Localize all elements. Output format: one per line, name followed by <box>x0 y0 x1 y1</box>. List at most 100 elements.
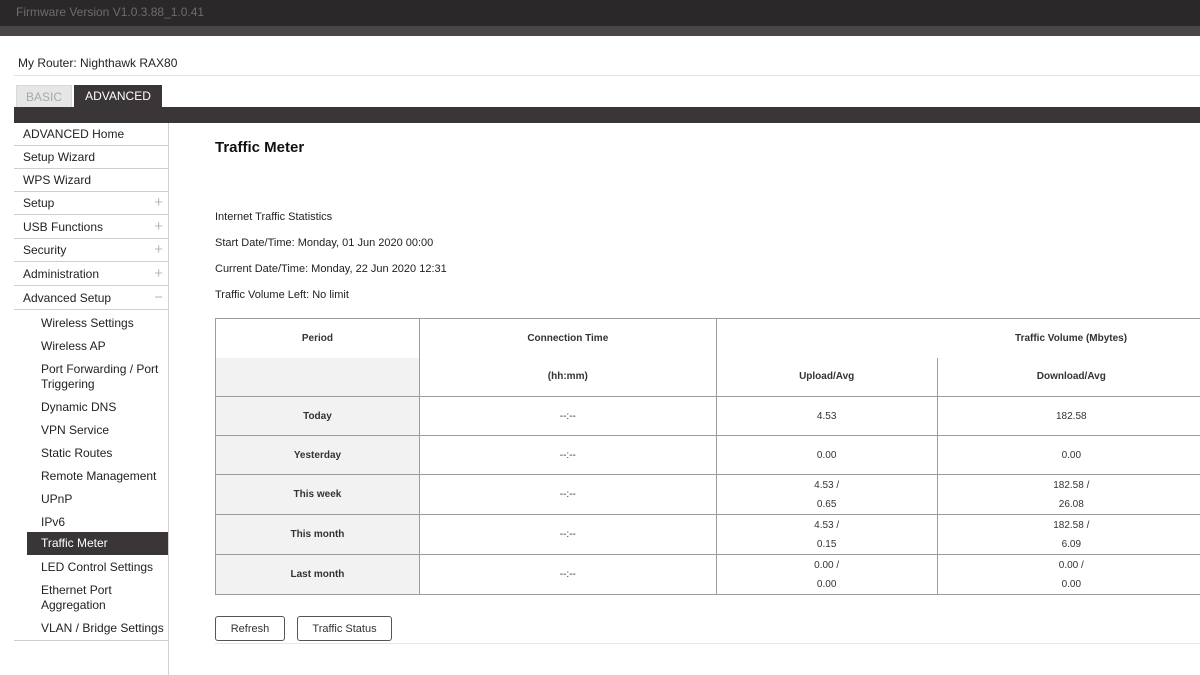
traffic-status-button[interactable]: Traffic Status <box>297 616 392 641</box>
sidebar-subitem-label: Static Routes <box>41 446 113 460</box>
row-connection-time: --:-- <box>418 396 717 436</box>
sidebar-item-advanced-home[interactable]: ADVANCED Home <box>14 123 169 146</box>
expand-plus-icon[interactable]: + <box>154 265 163 282</box>
collapse-minus-icon[interactable]: − <box>154 289 163 306</box>
router-name: My Router: Nighthawk RAX80 <box>18 56 178 70</box>
sidebar-subitem-label: Ethernet Port Aggregation <box>41 583 112 612</box>
subheader-download: Download/Avg <box>936 357 1200 397</box>
row-download-total: 0.00 / <box>1058 559 1084 571</box>
sidebar-subitem-traffic-meter[interactable]: Traffic Meter <box>27 532 169 555</box>
sidebar-item-advanced-setup[interactable]: Advanced Setup − <box>14 287 169 310</box>
sidebar-subitem-label: Dynamic DNS <box>41 400 117 414</box>
refresh-button[interactable]: Refresh <box>215 616 285 641</box>
sidebar-subitem-label: IPv6 <box>41 515 66 529</box>
expand-plus-icon[interactable]: + <box>154 241 163 258</box>
row-connection-time: --:-- <box>418 474 717 515</box>
sidebar-subitem-dynamic-dns[interactable]: Dynamic DNS <box>27 396 169 418</box>
sidebar-item-security[interactable]: Security + <box>14 239 169 262</box>
sidebar-subitem-label: Wireless AP <box>41 339 106 353</box>
row-connection-time: --:-- <box>418 514 717 555</box>
header-connection-time: Connection Time <box>418 318 717 358</box>
current-datetime: Current Date/Time: Monday, 22 Jun 2020 1… <box>215 263 447 275</box>
sidebar-item-setup-wizard[interactable]: Setup Wizard <box>14 146 169 169</box>
sidebar-subitem-label: VLAN / Bridge Settings <box>41 621 164 635</box>
sidebar-subitem-label: VPN Service <box>41 423 110 437</box>
tab-basic[interactable]: BASIC <box>16 85 72 108</box>
firmware-version: Firmware Version V1.0.3.88_1.0.41 <box>16 5 205 19</box>
row-connection-time: --:-- <box>418 435 717 475</box>
sidebar-subitem-vpn-service[interactable]: VPN Service <box>27 419 169 441</box>
sidebar-item-usb-functions[interactable]: USB Functions + <box>14 216 169 239</box>
tab-advanced[interactable]: ADVANCED <box>74 85 162 108</box>
header-traffic-volume-spacer <box>715 318 938 358</box>
row-download-avg: 26.08 <box>1058 498 1084 510</box>
row-period: This week <box>215 474 420 515</box>
sidebar-item-label: Setup <box>23 196 55 210</box>
table-row: Today --:-- 4.53 182.58 <box>215 396 1200 436</box>
sidebar-item-administration[interactable]: Administration + <box>14 263 169 286</box>
sidebar-item-label: ADVANCED Home <box>23 127 125 141</box>
sidebar-item-label: Setup Wizard <box>23 150 96 164</box>
sidebar-subitem-label: UPnP <box>41 492 73 506</box>
sidebar-subitem-wireless-ap[interactable]: Wireless AP <box>27 335 169 357</box>
row-download-total: 182.58 / <box>1053 479 1090 491</box>
sidebar-subitem-label: Remote Management <box>41 469 157 483</box>
row-upload-total: 4.53 / <box>814 519 840 531</box>
subheader-hhmm: (hh:mm) <box>418 357 717 397</box>
sidebar-subitem-label: Port Forwarding / Port Triggering <box>41 362 159 391</box>
sidebar-subitem-led-control[interactable]: LED Control Settings <box>27 556 169 578</box>
sidebar-item-label: Advanced Setup <box>23 291 112 305</box>
sidebar-subitem-vlan-bridge[interactable]: VLAN / Bridge Settings <box>27 617 169 639</box>
row-period: Last month <box>215 554 420 595</box>
sidebar-subitem-label: LED Control Settings <box>41 560 154 574</box>
row-upload: 4.53 / 0.65 <box>715 474 938 515</box>
row-connection-time: --:-- <box>418 554 717 595</box>
sidebar-subitem-port-forwarding[interactable]: Port Forwarding / Port Triggering <box>27 358 169 396</box>
traffic-volume-left: Traffic Volume Left: No limit <box>215 289 349 301</box>
table-row: Yesterday --:-- 0.00 0.00 <box>215 435 1200 475</box>
stats-heading: Internet Traffic Statistics <box>215 211 333 223</box>
traffic-table: Period Connection Time Traffic Volume (M… <box>215 318 1200 595</box>
row-upload-total: 0.00 / <box>814 559 840 571</box>
expand-plus-icon[interactable]: + <box>154 218 163 235</box>
sidebar-subitem-wireless-settings[interactable]: Wireless Settings <box>27 312 169 334</box>
start-datetime: Start Date/Time: Monday, 01 Jun 2020 00:… <box>215 237 434 249</box>
row-download-total: 182.58 / <box>1053 519 1090 531</box>
content-bottom-divider <box>215 643 1200 644</box>
row-upload: 4.53 / 0.15 <box>715 514 938 555</box>
expand-plus-icon[interactable]: + <box>154 194 163 211</box>
sidebar-item-label: Administration <box>23 267 100 281</box>
row-upload-avg: 0.15 <box>816 538 837 550</box>
row-download: 182.58 <box>936 396 1200 436</box>
table-row: Last month --:-- 0.00 / 0.00 0.00 / 0.00 <box>215 554 1200 595</box>
sidebar-subitem-static-routes[interactable]: Static Routes <box>27 442 169 464</box>
sidebar-subitem-ethernet-aggregation[interactable]: Ethernet Port Aggregation <box>27 579 169 617</box>
row-upload-avg: 0.65 <box>816 498 837 510</box>
row-upload: 4.53 <box>715 396 938 436</box>
sidebar-item-label: Security <box>23 243 67 257</box>
firmware-bar: Firmware Version V1.0.3.88_1.0.41 <box>0 0 1200 26</box>
subheader-upload: Upload/Avg <box>715 357 938 397</box>
table-row: This week --:-- 4.53 / 0.65 182.58 / 26.… <box>215 474 1200 515</box>
header-period: Period <box>215 318 420 358</box>
row-download: 0.00 / 0.00 <box>936 554 1200 595</box>
page-title: Traffic Meter <box>215 139 305 156</box>
row-period: This month <box>215 514 420 555</box>
sidebar-item-label: USB Functions <box>23 220 104 234</box>
row-upload-avg: 0.00 <box>816 578 837 590</box>
header-traffic-volume: Traffic Volume (Mbytes) <box>937 318 1200 358</box>
sidebar-item-setup[interactable]: Setup + <box>14 192 169 215</box>
row-download: 182.58 / 6.09 <box>936 514 1200 555</box>
sidebar-subitem-remote-management[interactable]: Remote Management <box>27 465 169 487</box>
sidebar-subitem-upnp[interactable]: UPnP <box>27 488 169 510</box>
row-download: 0.00 <box>936 435 1200 475</box>
row-upload-total: 4.53 / <box>814 479 840 491</box>
header-strip <box>0 26 1200 36</box>
row-period: Yesterday <box>215 435 420 475</box>
row-download-avg: 0.00 <box>1061 578 1082 590</box>
sidebar-subitem-ipv6[interactable]: IPv6 <box>27 511 169 533</box>
table-row: This month --:-- 4.53 / 0.15 182.58 / 6.… <box>215 514 1200 555</box>
tab-bar <box>14 107 1200 123</box>
row-download-avg: 6.09 <box>1061 538 1082 550</box>
sidebar-item-wps-wizard[interactable]: WPS Wizard <box>14 169 169 192</box>
